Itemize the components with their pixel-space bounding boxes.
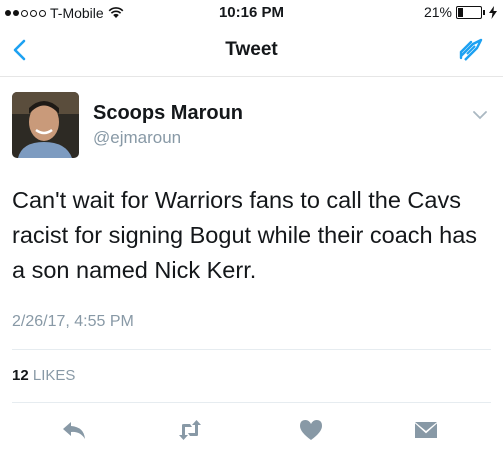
divider [12,349,491,350]
page-title: Tweet [225,39,278,60]
author-name[interactable]: Scoops Maroun [93,102,243,125]
charging-icon [489,5,497,19]
divider [12,402,491,403]
tweet-action-bar [0,410,503,450]
avatar[interactable] [12,92,79,158]
author-handle[interactable]: @ejmaroun [93,128,181,148]
compose-tweet-icon[interactable] [457,36,485,64]
chevron-down-icon[interactable] [473,110,487,120]
likes-label: LIKES [32,367,76,384]
battery-indicator: 21% [424,4,497,20]
reply-icon[interactable] [60,416,88,444]
battery-percent: 21% [423,4,452,20]
status-bar: T-Mobile 10:16 PM 21% [0,0,503,26]
heart-icon[interactable] [297,416,325,444]
likes-number: 12 [12,367,29,384]
likes-count[interactable]: 12 LIKES [12,367,75,384]
battery-icon [456,5,482,19]
tweet-timestamp: 2/26/17, 4:55 PM [12,313,134,330]
profile-photo [12,92,79,158]
direct-message-icon[interactable] [412,416,440,444]
navigation-bar: Tweet [0,26,503,77]
tweet-text: Can't wait for Warriors fans to call the… [12,187,478,283]
retweet-icon[interactable] [176,416,204,444]
